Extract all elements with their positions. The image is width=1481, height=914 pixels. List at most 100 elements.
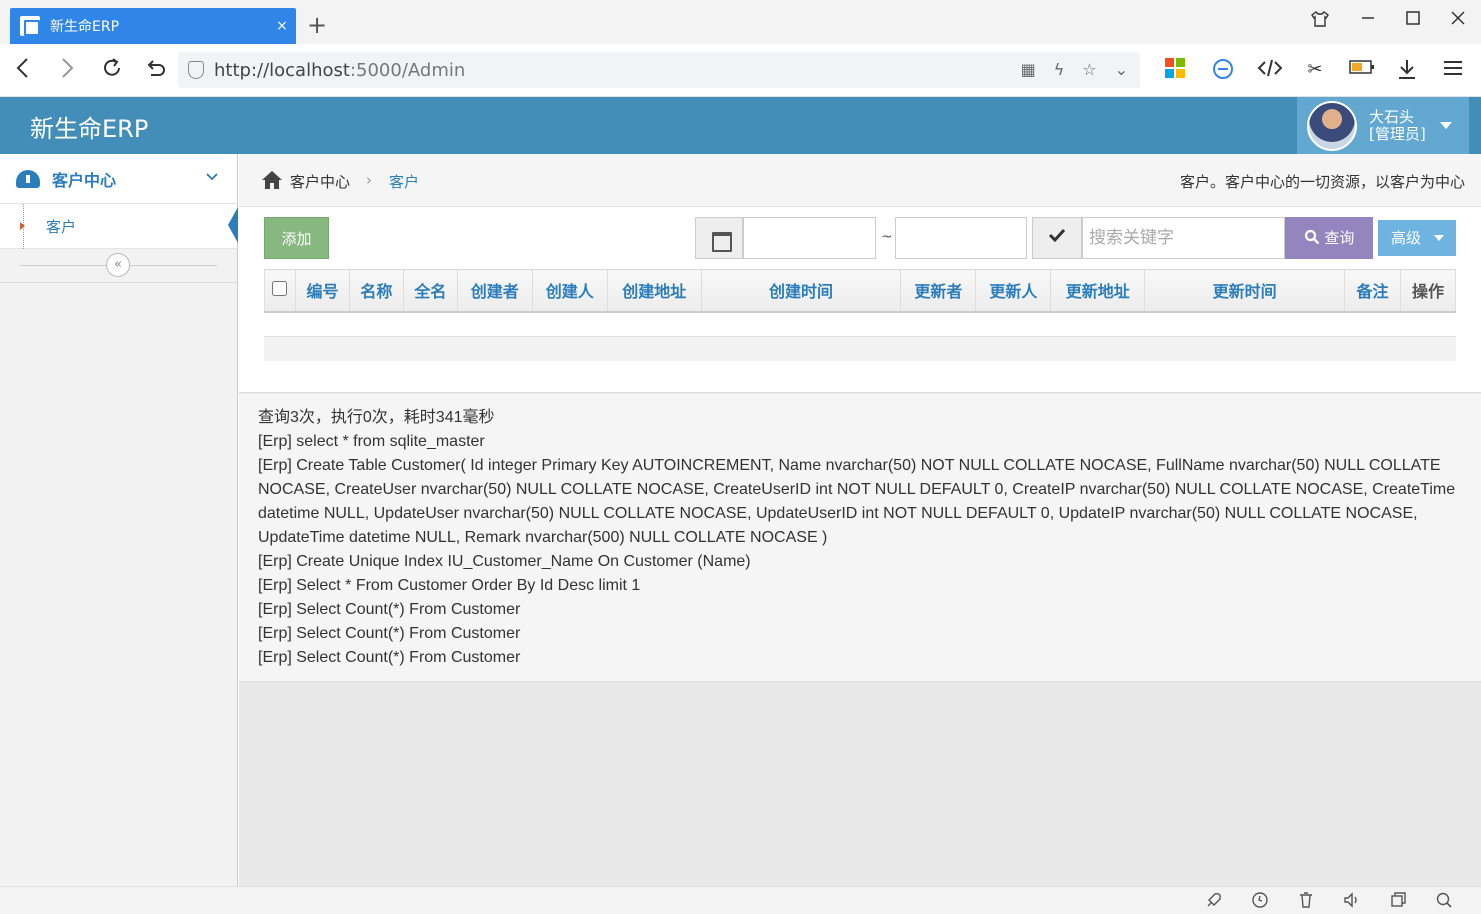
end-date-input[interactable]: [895, 217, 1027, 259]
app-brand[interactable]: 新生命ERP: [30, 109, 148, 144]
url-host: http://localhost: [214, 59, 350, 81]
column-header[interactable]: 创建人: [531, 269, 608, 313]
user-name: 大石头: [1369, 107, 1415, 126]
column-header[interactable]: 编号: [294, 269, 350, 313]
active-marker: [228, 207, 238, 243]
battery-icon[interactable]: [1349, 58, 1374, 82]
sidebar-collapse: «: [0, 249, 237, 283]
sidebar-item-label: 客户: [46, 217, 77, 236]
new-tab-button[interactable]: +: [304, 12, 330, 38]
code-icon[interactable]: [1257, 58, 1283, 82]
range-separator: ~: [881, 229, 893, 245]
breadcrumb-item-customer[interactable]: 客户: [389, 171, 419, 192]
double-chevron-left-icon[interactable]: «: [106, 253, 130, 277]
search-input[interactable]: [1082, 217, 1285, 259]
page-description: 客户。客户中心的一切资源，以客户为中心: [1179, 173, 1465, 191]
lightning-icon[interactable]: ϟ: [1054, 60, 1065, 79]
reload-icon[interactable]: [97, 56, 127, 86]
tab-title: 新生命ERP: [50, 19, 120, 35]
skin-icon[interactable]: [1306, 10, 1334, 32]
user-menu[interactable]: 大石头 [管理员]: [1297, 97, 1469, 154]
log-line: [Erp] Select Count(*) From Customer: [258, 649, 521, 666]
tab-close-icon[interactable]: ×: [268, 18, 296, 34]
table-header-row: 编号 名称 全名 创建者 创建人 创建地址 创建时间 更新者 更新人 更新地址 …: [264, 269, 1457, 313]
back-icon[interactable]: [8, 56, 38, 86]
url-field[interactable]: http://localhost:5000/Admin ▦ ϟ ☆ ⌄: [178, 52, 1140, 88]
log-line: 查询3次，执行0次，耗时341毫秒: [258, 409, 495, 426]
browser-tab-bar: 新生命ERP × +: [0, 0, 1481, 44]
pager-bar: [264, 336, 1456, 361]
page-favicon-icon: [20, 16, 40, 36]
chevron-down-icon: [205, 169, 219, 188]
select-all-checkbox[interactable]: [272, 280, 288, 296]
column-header[interactable]: 创建时间: [700, 269, 902, 313]
sidebar: 客户中心 客户 «: [0, 154, 238, 886]
add-button[interactable]: 添加: [264, 217, 329, 259]
query-button[interactable]: 查询: [1285, 217, 1373, 259]
browser-status-bar: [0, 886, 1481, 914]
column-header[interactable]: 更新者: [900, 269, 977, 313]
log-line: [Erp] Select Count(*) From Customer: [258, 601, 521, 618]
customer-table: 编号 名称 全名 创建者 创建人 创建地址 创建时间 更新者 更新人 更新地址 …: [264, 269, 1457, 313]
column-header[interactable]: 创建者: [456, 269, 533, 313]
browser-tab[interactable]: 新生命ERP ×: [10, 8, 296, 44]
column-header[interactable]: 更新人: [975, 269, 1052, 313]
start-date-input[interactable]: [743, 217, 876, 259]
caret-down-icon: [1439, 122, 1452, 129]
home-icon[interactable]: [261, 170, 283, 190]
caret-right-icon: [20, 222, 25, 230]
caret-down-icon: [1434, 235, 1444, 241]
browser-address-bar: http://localhost:5000/Admin ▦ ϟ ☆ ⌄ ✂: [0, 44, 1481, 97]
minimize-icon[interactable]: [1354, 10, 1382, 30]
sidebar-group-customer-center[interactable]: 客户中心: [0, 154, 237, 204]
column-header[interactable]: 更新时间: [1144, 269, 1346, 313]
search-icon: [1304, 229, 1319, 245]
zoom-icon[interactable]: [1435, 891, 1453, 913]
breadcrumb: 客户中心 › 客户 客户。客户中心的一切资源，以客户为中心: [239, 154, 1481, 207]
scissors-icon[interactable]: ✂: [1303, 58, 1327, 82]
forward-icon[interactable]: [52, 56, 82, 86]
sidebar-item-customer[interactable]: 客户: [0, 204, 238, 249]
window-icon[interactable]: [1389, 891, 1407, 913]
column-header[interactable]: 创建地址: [606, 269, 702, 313]
log-line: [Erp] Select * From Customer Order By Id…: [258, 577, 641, 594]
sql-log: 查询3次，执行0次，耗时341毫秒 [Erp] select * from sq…: [239, 394, 1481, 682]
advanced-button-label: 高级: [1391, 229, 1422, 247]
user-role: [管理员]: [1369, 124, 1426, 143]
trash-icon[interactable]: [1297, 891, 1315, 913]
close-window-icon[interactable]: [1444, 10, 1472, 30]
undo-icon[interactable]: [140, 56, 170, 86]
breadcrumb-item-customer-center[interactable]: 客户中心: [290, 171, 350, 192]
log-line: [Erp] Create Unique Index IU_Customer_Na…: [258, 553, 751, 570]
star-icon[interactable]: ☆: [1082, 60, 1096, 79]
log-line: [Erp] Select Count(*) From Customer: [258, 625, 521, 642]
maximize-icon[interactable]: [1399, 10, 1427, 30]
log-line: [Erp] select * from sqlite_master: [258, 433, 485, 450]
speed-icon[interactable]: [1251, 891, 1269, 913]
dashboard-icon: [16, 169, 40, 188]
advanced-button[interactable]: 高级: [1378, 220, 1456, 256]
column-header[interactable]: 全名: [402, 269, 458, 313]
column-header[interactable]: 更新地址: [1050, 269, 1146, 313]
rocket-icon[interactable]: [1205, 891, 1223, 913]
log-line: [Erp] Create Table Customer( Id integer …: [258, 457, 1456, 546]
qr-code-icon[interactable]: ▦: [1021, 60, 1036, 79]
volume-icon[interactable]: [1343, 891, 1361, 913]
block-icon[interactable]: [1211, 58, 1235, 82]
main-content: 客户中心 › 客户 客户。客户中心的一切资源，以客户为中心 添加 ~ 查询 高级…: [239, 154, 1481, 886]
download-icon[interactable]: [1395, 58, 1419, 82]
avatar: [1307, 100, 1357, 151]
calendar-icon[interactable]: [695, 217, 743, 259]
check-icon[interactable]: [1032, 217, 1082, 259]
query-button-label: 查询: [1324, 229, 1355, 247]
chevron-down-icon[interactable]: ⌄: [1115, 60, 1128, 79]
select-all-cell: [264, 269, 296, 313]
column-header[interactable]: 名称: [348, 269, 404, 313]
column-header[interactable]: 备注: [1344, 269, 1401, 313]
sidebar-group-label: 客户中心: [52, 170, 117, 190]
security-shield-icon: [188, 61, 204, 79]
apps-grid-icon[interactable]: [1165, 58, 1189, 82]
app-header: 新生命ERP 大石头 [管理员]: [0, 97, 1481, 154]
list-panel: 添加 ~ 查询 高级 编号 名称 全名 创建者 创建人: [239, 207, 1481, 393]
menu-icon[interactable]: [1441, 58, 1465, 82]
